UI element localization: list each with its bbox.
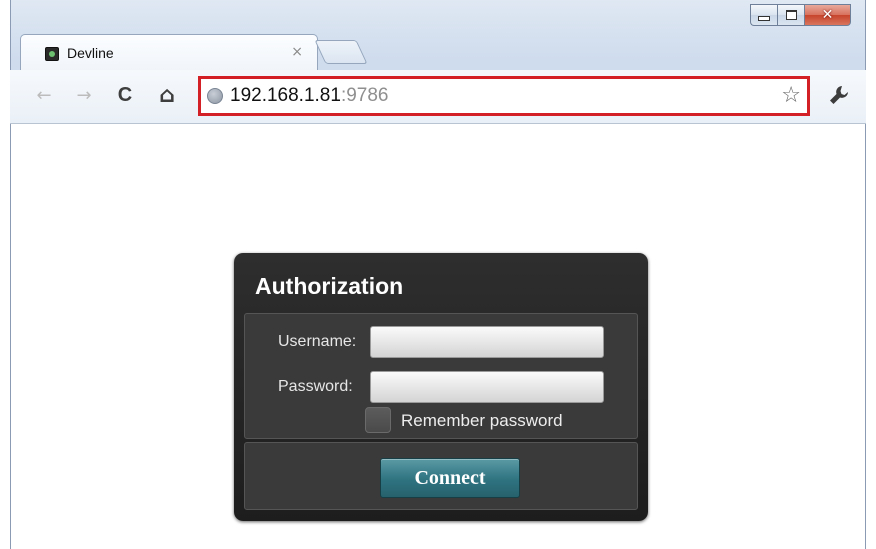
address-bar[interactable]: 192.168.1.81:9786 ☆ <box>198 76 810 116</box>
wrench-icon[interactable] <box>828 84 850 111</box>
password-input[interactable] <box>370 371 604 403</box>
password-label: Password: <box>278 378 353 395</box>
reload-button[interactable]: C <box>113 83 137 107</box>
close-icon: ✕ <box>821 7 834 23</box>
connect-button[interactable]: Connect <box>380 458 520 498</box>
url-port: :9786 <box>340 85 389 106</box>
home-button[interactable]: ⌂ <box>155 82 179 108</box>
back-button[interactable]: ← <box>32 83 56 107</box>
remember-password-label[interactable]: Remember password <box>401 411 563 431</box>
back-arrow-icon: ← <box>36 84 52 106</box>
reload-icon: C <box>117 83 133 106</box>
globe-icon <box>207 88 223 104</box>
tab-devline[interactable]: Devline × <box>20 34 318 70</box>
minimize-button[interactable] <box>750 4 777 26</box>
devline-favicon-icon <box>45 47 59 61</box>
username-label: Username: <box>278 333 357 350</box>
close-window-button[interactable]: ✕ <box>804 4 851 26</box>
maximize-button[interactable] <box>777 4 804 26</box>
maximize-icon <box>785 10 797 20</box>
button-panel: Connect <box>244 442 638 510</box>
username-input[interactable] <box>370 326 604 358</box>
dialog-title: Authorization <box>255 273 404 299</box>
forward-button[interactable]: → <box>72 83 96 107</box>
tab-title: Devline <box>67 45 114 61</box>
minimize-icon <box>758 15 770 21</box>
tab-close-icon[interactable]: × <box>291 44 303 60</box>
authorization-dialog: Authorization Username: Password: Rememb… <box>234 253 648 521</box>
bookmark-star-icon[interactable]: ☆ <box>781 85 801 107</box>
remember-password-checkbox[interactable] <box>365 407 391 433</box>
home-icon: ⌂ <box>159 82 175 108</box>
wrench-svg <box>830 86 848 104</box>
forward-arrow-icon: → <box>76 84 92 106</box>
caption-buttons: ✕ <box>750 4 851 26</box>
browser-toolbar: ← → C ⌂ 192.168.1.81:9786 ☆ <box>10 70 866 124</box>
url-host: 192.168.1.81 <box>230 85 341 106</box>
credentials-panel: Username: Password: Remember password <box>244 313 638 439</box>
